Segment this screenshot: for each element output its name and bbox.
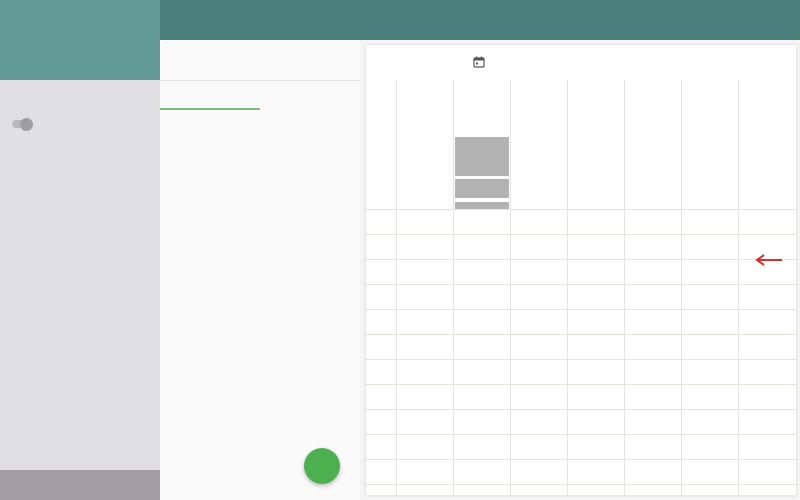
sidebar-footer bbox=[0, 470, 160, 500]
day-divider bbox=[396, 80, 397, 495]
calendar-icon[interactable] bbox=[473, 56, 485, 68]
sidebar bbox=[0, 0, 160, 500]
toggle-thumb bbox=[20, 118, 33, 131]
list-panel bbox=[160, 40, 360, 500]
add-fab-button[interactable] bbox=[304, 448, 340, 484]
day-divider bbox=[681, 80, 682, 495]
hour-line bbox=[366, 434, 796, 435]
hour-line bbox=[366, 384, 796, 385]
day-divider bbox=[624, 80, 625, 495]
calendar-event[interactable] bbox=[455, 137, 509, 176]
day-divider bbox=[567, 80, 568, 495]
sidebar-toggle[interactable] bbox=[12, 118, 34, 131]
calendar-event[interactable] bbox=[455, 179, 509, 198]
calendar-panel bbox=[366, 45, 796, 495]
left-arrow-icon bbox=[755, 254, 782, 266]
hour-line bbox=[366, 359, 796, 360]
hour-line bbox=[366, 409, 796, 410]
hour-line bbox=[366, 209, 796, 210]
calendar-event[interactable] bbox=[455, 202, 509, 209]
hour-line bbox=[366, 309, 796, 310]
day-divider bbox=[453, 80, 454, 495]
hour-line bbox=[366, 234, 796, 235]
hour-line bbox=[366, 284, 796, 285]
sidebar-header bbox=[0, 0, 160, 80]
day-divider bbox=[510, 80, 511, 495]
day-divider bbox=[738, 80, 739, 495]
hour-line bbox=[366, 259, 796, 260]
list-panel-header bbox=[160, 40, 360, 81]
hour-line bbox=[366, 459, 796, 460]
hour-line bbox=[366, 334, 796, 335]
hour-line bbox=[366, 484, 796, 485]
tab-indicator bbox=[160, 108, 260, 110]
